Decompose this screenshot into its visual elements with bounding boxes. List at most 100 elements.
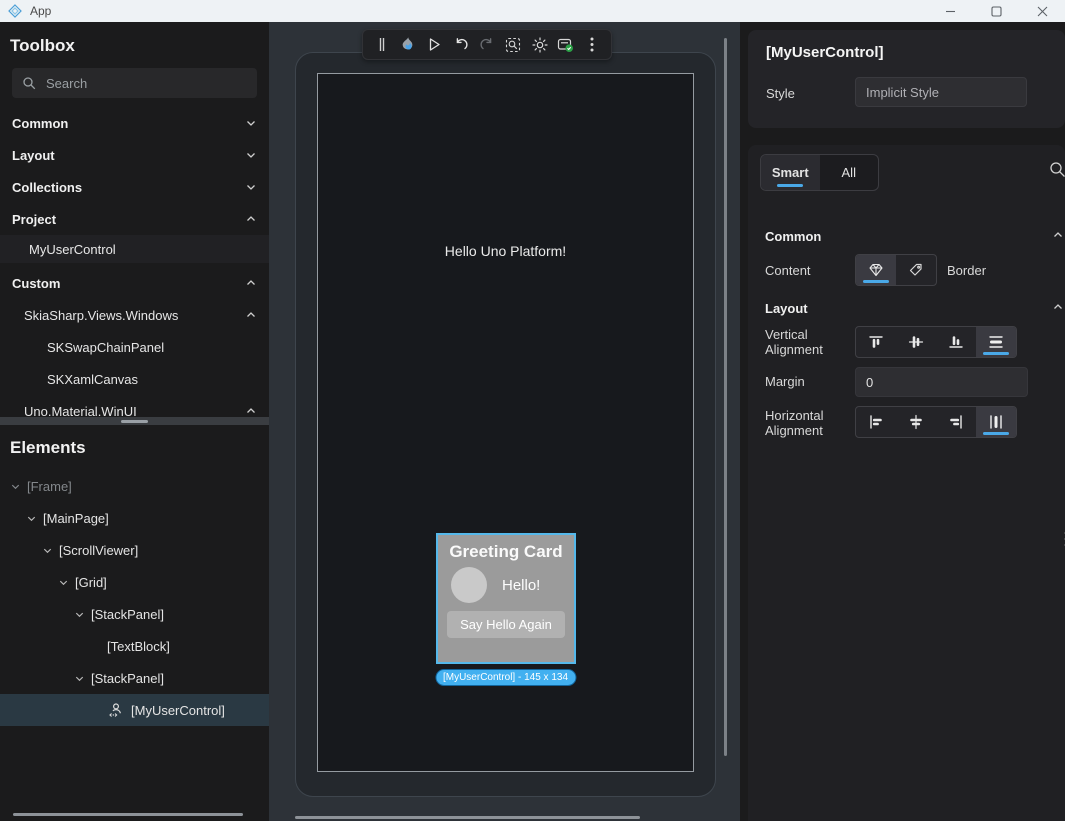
- toolbox-title: Toolbox: [10, 36, 269, 56]
- theme-toggle-sun-icon[interactable]: [530, 33, 550, 57]
- chevron-up-icon[interactable]: [1052, 301, 1064, 313]
- halign-right-button[interactable]: [936, 407, 976, 437]
- tree-item-grid[interactable]: [Grid]: [0, 566, 269, 598]
- chevron-down-icon: [245, 117, 257, 129]
- section-header-layout[interactable]: Layout: [765, 301, 808, 316]
- margin-input[interactable]: [855, 367, 1028, 397]
- play-button[interactable]: [425, 33, 445, 57]
- chevron-down-icon[interactable]: [42, 545, 55, 556]
- chevron-down-icon: [245, 181, 257, 193]
- properties-card: Smart All Common Content: [748, 145, 1065, 821]
- toolbox-group-uno-material[interactable]: Uno.Material.WinUI: [0, 395, 269, 417]
- form-validate-button[interactable]: [556, 33, 576, 57]
- tree-item-myusercontrol[interactable]: [MyUserControl]: [0, 694, 269, 726]
- horizontal-alignment-toggle: [855, 406, 1017, 438]
- style-label: Style: [766, 86, 795, 101]
- properties-search-icon[interactable]: [1049, 161, 1065, 178]
- toolbox-search-input[interactable]: [46, 76, 226, 91]
- content-gem-toggle[interactable]: [856, 255, 896, 285]
- chevron-down-icon[interactable]: [10, 481, 23, 492]
- minimize-button[interactable]: [927, 0, 973, 22]
- avatar: [451, 567, 487, 603]
- section-header-common[interactable]: Common: [765, 229, 821, 244]
- app-screen[interactable]: Hello Uno Platform! Greeting Card Hello!…: [317, 73, 694, 772]
- more-options-kebab-icon[interactable]: [582, 33, 602, 57]
- selected-toggle-indicator: [863, 280, 889, 283]
- tree-item-stackpanel-2[interactable]: [StackPanel]: [0, 662, 269, 694]
- toolbox-section-collections[interactable]: Collections: [0, 171, 269, 203]
- hot-reload-flame-icon[interactable]: [398, 33, 418, 57]
- hello-textblock[interactable]: Hello Uno Platform!: [318, 243, 693, 259]
- say-hello-again-button[interactable]: Say Hello Again: [447, 611, 565, 638]
- tab-all[interactable]: All: [820, 155, 879, 190]
- selection-size-badge: [MyUserControl] - 145 x 134: [435, 669, 576, 686]
- style-input[interactable]: [855, 77, 1027, 107]
- valign-stretch-button[interactable]: [976, 327, 1016, 357]
- toolbox-search[interactable]: [12, 68, 257, 98]
- inspect-element-button[interactable]: [503, 33, 523, 57]
- toolbox-section-custom[interactable]: Custom: [0, 267, 269, 299]
- toolbox-section-layout[interactable]: Layout: [0, 139, 269, 171]
- toolbox-section-project[interactable]: Project: [0, 203, 269, 235]
- titlebar: App: [0, 0, 1065, 22]
- chevron-up-icon: [245, 309, 257, 321]
- valign-bottom-button[interactable]: [936, 327, 976, 357]
- splitter-grip-icon: [121, 420, 148, 423]
- stretch-horizontal-icon: [988, 414, 1004, 430]
- chevron-up-icon: [245, 405, 257, 417]
- align-right-icon: [948, 414, 964, 430]
- app-window: App Toolbox: [0, 0, 1065, 821]
- elements-scrollbar[interactable]: [13, 813, 243, 816]
- horizontal-alignment-label: Horizontal Alignment: [765, 408, 841, 438]
- card-greeting: Hello!: [502, 577, 540, 594]
- active-tab-indicator: [777, 184, 803, 187]
- tree-item-stackpanel-1[interactable]: [StackPanel]: [0, 598, 269, 630]
- panel-splitter[interactable]: [0, 417, 269, 425]
- content-tag-toggle[interactable]: [896, 255, 936, 285]
- chevron-down-icon: [245, 149, 257, 161]
- align-left-icon: [868, 414, 884, 430]
- redo-button[interactable]: [477, 33, 497, 57]
- toolbar-drag-handle[interactable]: [372, 33, 392, 57]
- valign-center-button[interactable]: [896, 327, 936, 357]
- chevron-down-icon[interactable]: [74, 673, 87, 684]
- toolbox-section-common[interactable]: Common: [0, 107, 269, 139]
- design-surface: Hello Uno Platform! Greeting Card Hello!…: [269, 22, 740, 821]
- chevron-down-icon[interactable]: [58, 577, 71, 588]
- elements-title: Elements: [10, 438, 269, 458]
- toolbox-item-skxamlcanvas[interactable]: SKXamlCanvas: [0, 363, 269, 395]
- margin-label: Margin: [765, 374, 805, 389]
- user-control-icon: [107, 702, 124, 719]
- valign-top-button[interactable]: [856, 327, 896, 357]
- canvas-horizontal-scrollbar[interactable]: [295, 816, 640, 819]
- halign-left-button[interactable]: [856, 407, 896, 437]
- close-button[interactable]: [1019, 0, 1065, 22]
- tree-item-scrollviewer[interactable]: [ScrollViewer]: [0, 534, 269, 566]
- halign-center-button[interactable]: [896, 407, 936, 437]
- vertical-alignment-label: Vertical Alignment: [765, 327, 841, 357]
- selected-usercontrol[interactable]: Greeting Card Hello! Say Hello Again: [436, 533, 576, 664]
- app-logo-icon: [8, 4, 22, 18]
- toolbox-item-myusercontrol[interactable]: MyUserControl: [0, 235, 269, 263]
- window-title: App: [30, 4, 51, 18]
- selected-toggle-indicator: [983, 432, 1009, 435]
- content-label: Content: [765, 263, 811, 278]
- toolbox-item-skswapchainpanel[interactable]: SKSwapChainPanel: [0, 331, 269, 363]
- canvas-vertical-scrollbar[interactable]: [724, 38, 727, 756]
- tree-item-textblock[interactable]: [TextBlock]: [0, 630, 269, 662]
- left-panel: Toolbox Common Layout: [0, 22, 269, 821]
- tree-item-mainpage[interactable]: [MainPage]: [0, 502, 269, 534]
- chevron-down-icon[interactable]: [74, 609, 87, 620]
- tab-smart[interactable]: Smart: [761, 155, 820, 190]
- chevron-up-icon[interactable]: [1052, 229, 1064, 241]
- search-icon: [22, 76, 36, 90]
- undo-button[interactable]: [451, 33, 471, 57]
- maximize-button[interactable]: [973, 0, 1019, 22]
- toolbox-panel: Toolbox Common Layout: [0, 22, 269, 417]
- toolbox-group-skiasharp[interactable]: SkiaSharp.Views.Windows: [0, 299, 269, 331]
- chevron-up-icon: [245, 213, 257, 225]
- chevron-down-icon[interactable]: [26, 513, 39, 524]
- tree-item-frame[interactable]: [Frame]: [0, 470, 269, 502]
- content-mode-toggle: [855, 254, 937, 286]
- halign-stretch-button[interactable]: [976, 407, 1016, 437]
